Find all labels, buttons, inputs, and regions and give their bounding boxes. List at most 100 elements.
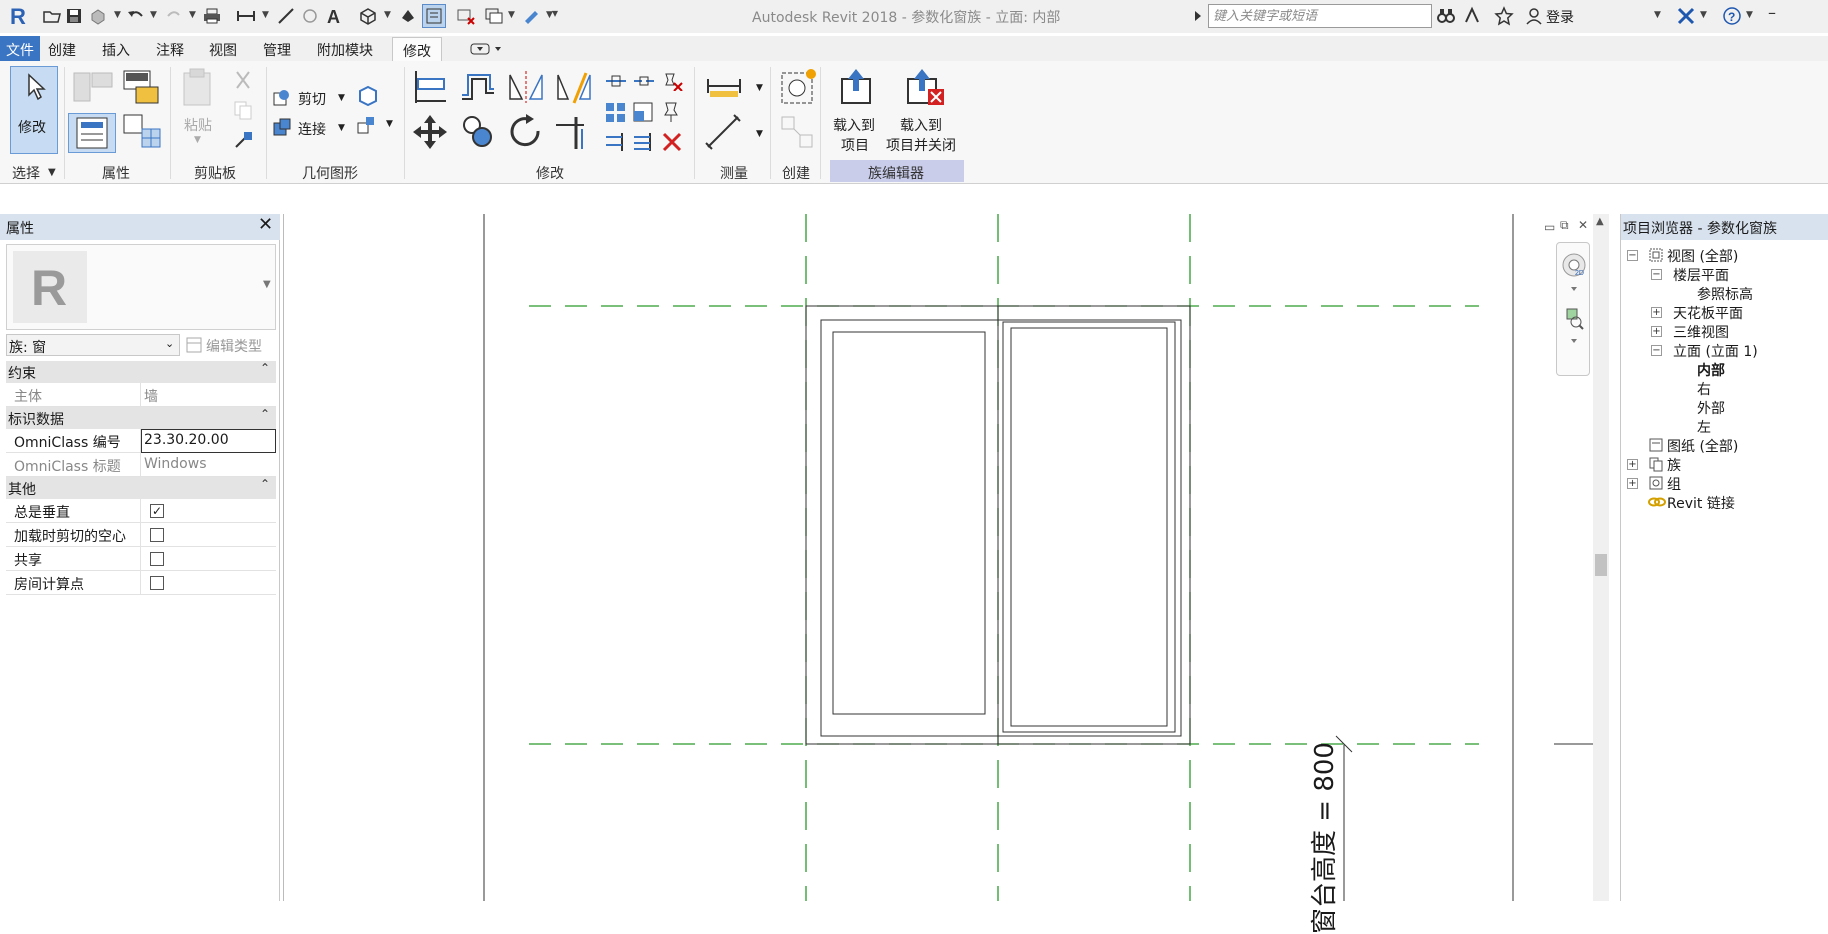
collapse-floor-plans-icon[interactable]: − (1651, 269, 1662, 280)
join-geometry-label[interactable]: 连接 (298, 119, 326, 139)
tab-create[interactable]: 创建 (48, 40, 76, 60)
dimension-dropdown-icon[interactable]: ▼ (756, 129, 763, 139)
collapse-constraints-icon[interactable]: ⌃ (260, 361, 270, 375)
vertical-scrollbar[interactable]: ▲ (1593, 214, 1609, 901)
delete-icon[interactable] (660, 131, 684, 157)
undo-icon[interactable] (126, 6, 146, 26)
tab-addins[interactable]: 附加模块 (317, 40, 373, 60)
tab-annotate[interactable]: 注释 (156, 40, 184, 60)
array-icon[interactable] (604, 101, 628, 127)
text-icon[interactable]: A (324, 6, 344, 27)
collapse-other-icon[interactable]: ⌃ (260, 477, 270, 491)
move-icon[interactable] (410, 113, 450, 155)
split-face-icon[interactable] (356, 115, 378, 141)
load-close-line2[interactable]: 项目并关闭 (886, 135, 956, 155)
tab-manage[interactable]: 管理 (263, 40, 291, 60)
trim-extend-icon[interactable] (554, 113, 594, 155)
switch-windows-dropdown-icon[interactable]: ▼ (508, 10, 515, 20)
scrollbar-thumb[interactable] (1595, 554, 1607, 576)
tree-ref-level[interactable]: 参照标高 (1697, 284, 1753, 304)
group-other[interactable]: 其他 ⌃ (6, 477, 276, 499)
switch-windows-icon[interactable] (484, 6, 504, 26)
type-selector-preview[interactable]: R ▼ (6, 244, 276, 330)
split-face-dropdown-icon[interactable]: ▼ (386, 119, 393, 129)
shared-checkbox[interactable] (150, 552, 164, 566)
scroll-up-icon[interactable]: ▲ (1596, 216, 1604, 227)
load-into-project-close-icon[interactable] (902, 67, 946, 111)
rotate-icon[interactable] (506, 113, 546, 155)
exchange-apps-icon[interactable] (1676, 6, 1696, 26)
close-properties-icon[interactable]: ✕ (258, 214, 273, 235)
tree-elevations[interactable]: 立面 (立面 1) (1673, 341, 1758, 361)
print-icon[interactable] (202, 6, 222, 26)
match-type-icon[interactable] (232, 129, 254, 155)
cut-geometry-label[interactable]: 剪切 (298, 89, 326, 109)
tree-sheets[interactable]: 图纸 (全部) (1667, 436, 1738, 456)
expand-3d-views-icon[interactable]: + (1651, 326, 1662, 337)
redo-icon[interactable] (164, 6, 184, 26)
tree-ceiling-plans[interactable]: 天花板平面 (1673, 303, 1743, 323)
measure-icon[interactable] (236, 6, 256, 26)
tree-revit-links[interactable]: Revit 链接 (1667, 493, 1735, 513)
help-icon[interactable]: ? (1722, 6, 1742, 26)
steering-wheel-icon[interactable]: 2D (1561, 249, 1587, 297)
tag-icon[interactable] (300, 6, 320, 26)
offset-icon[interactable] (458, 69, 498, 109)
measure-between-icon[interactable] (704, 73, 744, 103)
zoom-icon[interactable] (1561, 305, 1587, 353)
modify-tool-button[interactable]: 修改 (10, 66, 58, 154)
tree-elevation-exterior[interactable]: 外部 (1697, 398, 1725, 418)
omniclass-number-field[interactable]: 23.30.20.00 (141, 429, 276, 453)
mirror-draw-icon[interactable] (554, 69, 594, 109)
view-close-icon[interactable]: ✕ (1578, 218, 1588, 232)
tree-3d-views[interactable]: 三维视图 (1673, 322, 1729, 342)
edit-type-button[interactable]: 编辑类型 (184, 334, 276, 356)
aligned-dimension-icon[interactable] (276, 6, 296, 26)
tab-insert[interactable]: 插入 (102, 40, 130, 60)
tab-file[interactable]: 文件 (0, 36, 40, 61)
copy-icon[interactable] (232, 99, 254, 125)
join-geometry-dropdown-icon[interactable]: ▼ (338, 123, 345, 133)
search-input[interactable] (1209, 5, 1431, 27)
save-icon[interactable] (64, 6, 84, 26)
group-constraints[interactable]: 约束 ⌃ (6, 361, 276, 383)
login-dropdown-icon[interactable]: ▼ (1654, 10, 1661, 20)
collapse-views-icon[interactable]: − (1627, 250, 1638, 261)
minimize-window-icon[interactable]: – (1768, 3, 1776, 22)
drawing-canvas[interactable]: 窗台高度 = 800 ▭ ⧉ ✕ 2D ▲ (283, 214, 1609, 934)
expand-groups-icon[interactable]: + (1627, 478, 1638, 489)
undo-dropdown-icon[interactable]: ▼ (150, 10, 157, 20)
panel-select-label[interactable]: 选择 (12, 163, 40, 183)
trim-single-icon[interactable] (632, 131, 656, 157)
type-dropdown-icon[interactable]: ▼ (263, 279, 271, 290)
create-group-icon[interactable] (778, 67, 818, 111)
3d-view-dropdown-icon[interactable]: ▼ (384, 10, 391, 20)
help-dropdown-icon[interactable]: ▼ (1746, 10, 1753, 20)
pin-icon[interactable] (660, 101, 684, 127)
group-identity-data[interactable]: 标识数据 ⌃ (6, 407, 276, 429)
collapse-elevations-icon[interactable]: − (1651, 345, 1662, 356)
paste-dropdown-icon[interactable]: ▼ (194, 135, 201, 145)
dimension-label[interactable]: 窗台高度 = 800 (1304, 534, 1340, 934)
trim-multiple-icon[interactable] (604, 131, 628, 157)
unpin-icon[interactable] (660, 71, 684, 95)
tree-families[interactable]: 族 (1667, 455, 1681, 475)
split-with-gap-icon[interactable] (632, 71, 656, 95)
paste-label[interactable]: 粘贴 (184, 115, 212, 135)
cut-void-checkbox[interactable] (150, 528, 164, 542)
open-icon[interactable] (42, 6, 62, 26)
properties-icon[interactable] (72, 69, 116, 111)
tab-view[interactable]: 视图 (209, 40, 237, 60)
expand-arrow-icon[interactable] (1192, 8, 1204, 24)
view-minimize-icon[interactable]: ▭ (1544, 220, 1555, 234)
create-similar-icon[interactable] (778, 113, 818, 157)
copy-element-icon[interactable] (458, 113, 498, 155)
align-icon[interactable] (410, 69, 450, 109)
redo-dropdown-icon[interactable]: ▼ (189, 10, 196, 20)
thin-lines-icon[interactable] (422, 4, 446, 28)
always-vertical-checkbox[interactable]: ✓ (150, 504, 164, 518)
paste-icon[interactable] (180, 67, 216, 113)
aligned-dimension-tool-icon[interactable] (704, 113, 744, 157)
load-into-project-line2[interactable]: 项目 (841, 135, 869, 155)
wall-joins-icon[interactable] (356, 85, 378, 111)
